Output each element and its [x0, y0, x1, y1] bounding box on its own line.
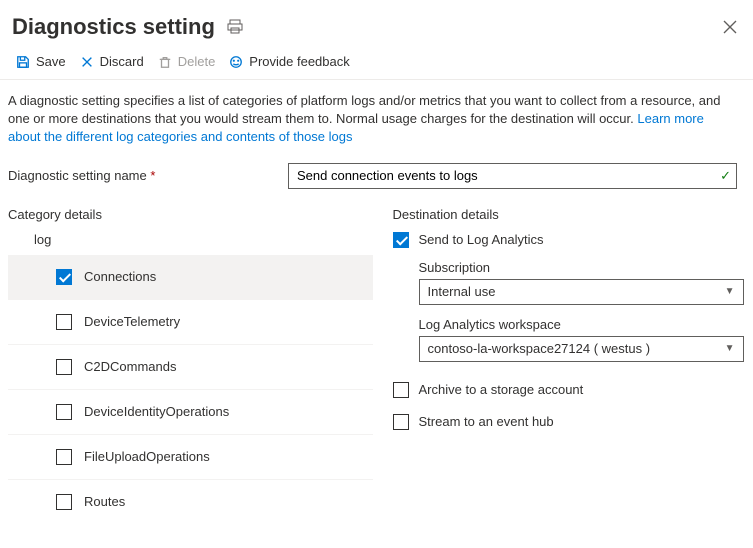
close-icon[interactable]	[723, 20, 737, 34]
category-list: Connections DeviceTelemetry C2DCommands …	[8, 255, 373, 524]
save-label: Save	[36, 54, 66, 69]
setting-name-input[interactable]	[288, 163, 737, 189]
category-item-devicetelemetry[interactable]: DeviceTelemetry	[8, 300, 373, 345]
subscription-value: Internal use	[428, 284, 496, 299]
category-item-fileuploadoperations[interactable]: FileUploadOperations	[8, 435, 373, 480]
category-label: DeviceIdentityOperations	[84, 404, 229, 419]
category-label: DeviceTelemetry	[84, 314, 180, 329]
category-label: Connections	[84, 269, 156, 284]
blade-header: Diagnostics setting	[0, 0, 753, 48]
checkbox-routes[interactable]	[56, 494, 72, 510]
destination-label: Stream to an event hub	[419, 414, 554, 429]
category-item-routes[interactable]: Routes	[8, 480, 373, 524]
delete-button: Delete	[158, 54, 216, 69]
destination-label: Send to Log Analytics	[419, 232, 544, 247]
checkbox-deviceidentityoperations[interactable]	[56, 404, 72, 420]
checkbox-storage[interactable]	[393, 382, 409, 398]
destination-eventhub[interactable]: Stream to an event hub	[393, 414, 744, 430]
toolbar: Save Discard Delete Provide feedback	[0, 48, 753, 80]
category-item-connections[interactable]: Connections	[8, 255, 373, 300]
destination-details-heading: Destination details	[393, 207, 744, 222]
feedback-button[interactable]: Provide feedback	[229, 54, 349, 69]
print-icon[interactable]	[227, 19, 243, 35]
feedback-label: Provide feedback	[249, 54, 349, 69]
delete-label: Delete	[178, 54, 216, 69]
category-label: Routes	[84, 494, 125, 509]
destination-log-analytics[interactable]: Send to Log Analytics	[393, 232, 744, 248]
workspace-select[interactable]: contoso-la-workspace27124 ( westus ) ▼	[419, 336, 744, 362]
checkbox-connections[interactable]	[56, 269, 72, 285]
intro-text: A diagnostic setting specifies a list of…	[8, 92, 728, 147]
workspace-value: contoso-la-workspace27124 ( westus )	[428, 341, 651, 356]
destination-label: Archive to a storage account	[419, 382, 584, 397]
chevron-down-icon: ▼	[725, 286, 735, 297]
checkbox-c2dcommands[interactable]	[56, 359, 72, 375]
save-button[interactable]: Save	[16, 54, 66, 69]
discard-button[interactable]: Discard	[80, 54, 144, 69]
category-label: FileUploadOperations	[84, 449, 210, 464]
checkbox-devicetelemetry[interactable]	[56, 314, 72, 330]
validation-check-icon: ✓	[720, 168, 731, 184]
discard-label: Discard	[100, 54, 144, 69]
checkbox-fileuploadoperations[interactable]	[56, 449, 72, 465]
setting-name-label: Diagnostic setting name *	[8, 168, 288, 183]
checkbox-eventhub[interactable]	[393, 414, 409, 430]
subscription-select[interactable]: Internal use ▼	[419, 279, 744, 305]
workspace-label: Log Analytics workspace	[419, 317, 744, 332]
subscription-label: Subscription	[419, 260, 744, 275]
chevron-down-icon: ▼	[725, 343, 735, 354]
log-subheading: log	[34, 232, 373, 247]
category-label: C2DCommands	[84, 359, 176, 374]
category-item-c2dcommands[interactable]: C2DCommands	[8, 345, 373, 390]
category-details-heading: Category details	[8, 207, 373, 222]
page-title: Diagnostics setting	[12, 14, 215, 40]
category-item-deviceidentityoperations[interactable]: DeviceIdentityOperations	[8, 390, 373, 435]
checkbox-log-analytics[interactable]	[393, 232, 409, 248]
destination-storage[interactable]: Archive to a storage account	[393, 382, 744, 398]
